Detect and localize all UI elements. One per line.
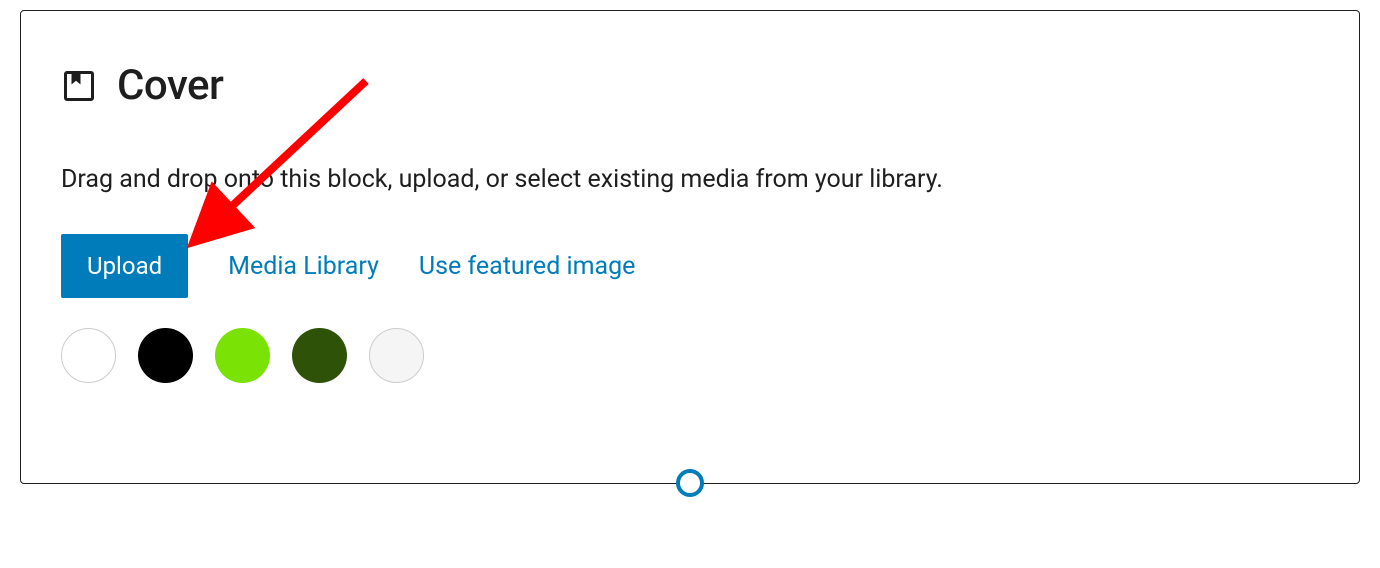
color-swatch-black[interactable] (138, 328, 193, 383)
color-swatch-white[interactable] (61, 328, 116, 383)
upload-button[interactable]: Upload (61, 234, 188, 298)
block-title: Cover (117, 61, 223, 110)
resize-handle[interactable] (676, 469, 704, 497)
color-swatch-dark-green[interactable] (292, 328, 347, 383)
color-swatch-light-gray[interactable] (369, 328, 424, 383)
use-featured-image-button[interactable]: Use featured image (419, 252, 635, 281)
media-actions: Upload Media Library Use featured image (61, 234, 1319, 298)
color-swatch-lime-green[interactable] (215, 328, 270, 383)
media-library-button[interactable]: Media Library (228, 252, 379, 281)
cover-block-placeholder: Cover Drag and drop onto this block, upl… (20, 10, 1360, 484)
color-swatches (61, 328, 1319, 383)
block-description: Drag and drop onto this block, upload, o… (61, 165, 1319, 194)
block-header: Cover (61, 61, 1319, 110)
cover-icon (61, 68, 97, 104)
